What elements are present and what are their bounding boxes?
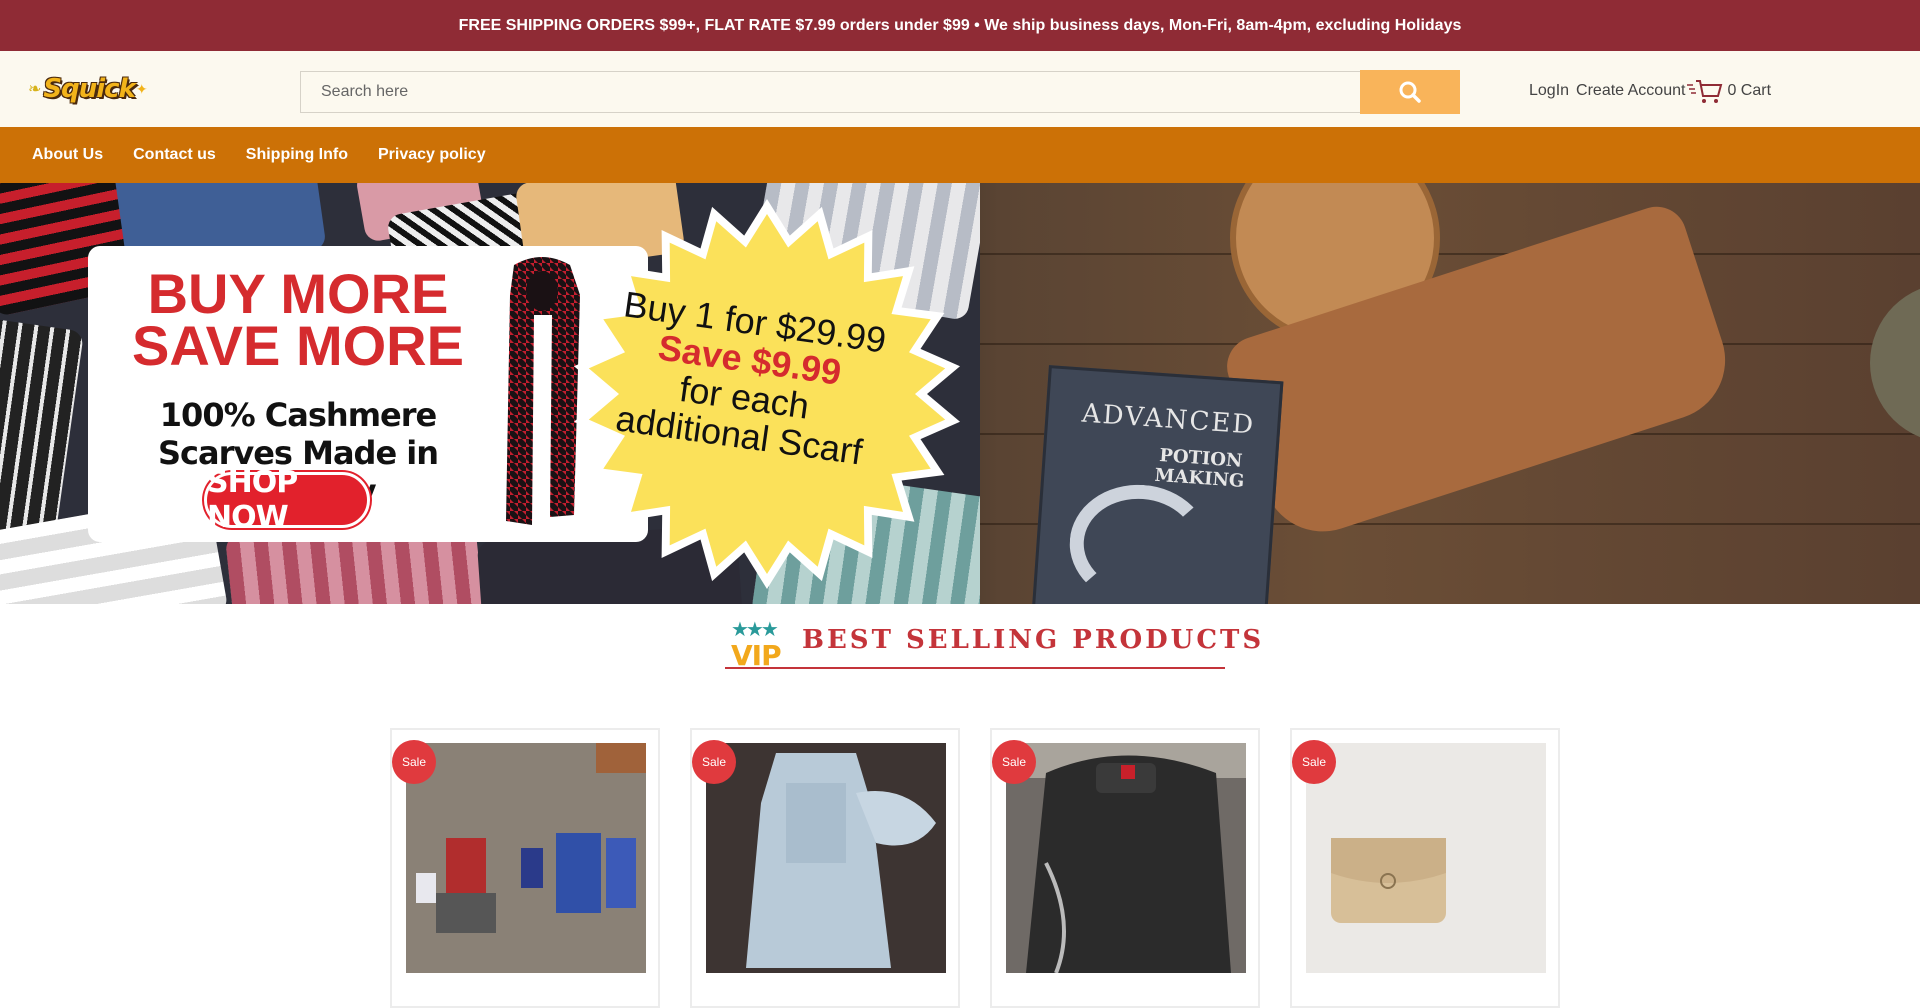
hero-headline: BUY MORE SAVE MORE — [132, 262, 464, 377]
search-bar — [300, 70, 1460, 114]
create-account-link[interactable]: Create Account — [1576, 82, 1685, 100]
nav-about-us[interactable]: About Us — [32, 146, 103, 164]
product-image[interactable] — [706, 743, 946, 973]
product-card[interactable]: Sale — [390, 728, 660, 1008]
search-icon — [1399, 81, 1421, 103]
product-card[interactable]: Sale — [990, 728, 1260, 1008]
potions-banner-image: ADVANCED POTION MAKING — [940, 183, 1920, 604]
vip-icon: ★★★ VIP — [731, 619, 782, 672]
announcement-bar: FREE SHIPPING ORDERS $99+, FLAT RATE $7.… — [0, 0, 1920, 51]
main-nav: About Us Contact us Shipping Info Privac… — [0, 127, 1920, 183]
product-image[interactable] — [406, 743, 646, 973]
sale-badge: Sale — [692, 740, 736, 784]
sale-badge: Sale — [1292, 740, 1336, 784]
bee-icon: ❧ — [28, 81, 42, 98]
section-divider — [725, 667, 1225, 669]
search-input[interactable] — [300, 71, 1360, 113]
product-image[interactable] — [1006, 743, 1246, 973]
product-card[interactable]: Sale — [690, 728, 960, 1008]
scarf-promo-banner: BUY MORE SAVE MORE 100% Cashmere Scarves… — [0, 183, 980, 604]
product-card[interactable]: Sale — [1290, 728, 1560, 1008]
potion-book-image: ADVANCED POTION MAKING — [1031, 365, 1284, 604]
product-image[interactable] — [1306, 743, 1546, 973]
search-button[interactable] — [1360, 70, 1460, 114]
site-header: ❧ Squick ✦ LogIn Create Account 0 Cart — [0, 51, 1920, 127]
login-link[interactable]: LogIn — [1529, 82, 1569, 100]
announcement-text: FREE SHIPPING ORDERS $99+, FLAT RATE $7.… — [458, 16, 1462, 34]
cart-link[interactable]: 0 Cart — [1687, 77, 1771, 105]
section-title: BEST SELLING PRODUCTS — [802, 625, 1265, 655]
site-logo[interactable]: ❧ Squick ✦ — [28, 67, 148, 111]
hero-banner[interactable]: ADVANCED POTION MAKING BUY MORE SAVE MOR… — [0, 183, 1920, 604]
sale-badge: Sale — [992, 740, 1036, 784]
nav-shipping-info[interactable]: Shipping Info — [246, 146, 348, 164]
cart-icon — [1687, 80, 1723, 103]
logo-text: Squick — [43, 74, 135, 104]
cart-count: 0 Cart — [1727, 82, 1772, 99]
nav-contact-us[interactable]: Contact us — [133, 146, 216, 164]
best-selling-heading: ★★★ VIP BEST SELLING PRODUCTS — [725, 617, 1261, 672]
account-links: LogIn Create Account 0 Cart — [1529, 77, 1771, 105]
product-grid: Sale Sale Sale Sale — [390, 728, 1590, 1008]
spark-icon: ✦ — [135, 80, 148, 97]
sale-badge: Sale — [392, 740, 436, 784]
nav-privacy-policy[interactable]: Privacy policy — [378, 146, 486, 164]
shop-now-button[interactable]: SHOP NOW — [204, 465, 370, 535]
